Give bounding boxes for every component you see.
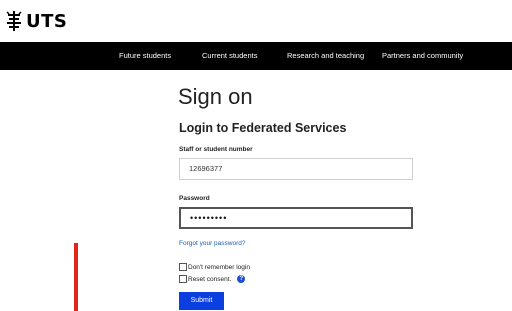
uts-crest-icon	[6, 11, 22, 31]
submit-button[interactable]: Submit	[179, 292, 224, 310]
password-input[interactable]: •••••••••	[179, 207, 413, 229]
password-value: •••••••••	[190, 213, 228, 223]
remember-login-checkbox[interactable]	[179, 263, 187, 271]
reset-consent-label: Reset consent.	[188, 275, 232, 283]
page-subtitle: Login to Federated Services	[179, 121, 347, 135]
main-navigation: Future students Current students Researc…	[0, 42, 512, 70]
nav-item-future-students[interactable]: Future students	[119, 42, 171, 70]
page-title: Sign on	[178, 84, 253, 109]
reset-consent-checkbox[interactable]	[179, 275, 187, 283]
help-icon[interactable]: ?	[237, 275, 246, 283]
remember-login-row: Don't remember login	[179, 262, 250, 272]
uts-logo[interactable]: UTS	[6, 10, 67, 32]
remember-login-label: Don't remember login	[188, 263, 250, 271]
brand-name: UTS	[26, 10, 68, 32]
nav-item-research-and-teaching[interactable]: Research and teaching	[287, 42, 364, 70]
reset-consent-row: Reset consent. ?	[179, 274, 246, 284]
nav-item-current-students[interactable]: Current students	[202, 42, 257, 70]
username-input[interactable]: 12696377	[179, 158, 413, 180]
nav-item-partners-and-community[interactable]: Partners and community	[382, 42, 463, 70]
username-value: 12696377	[189, 164, 223, 173]
password-label: Password	[179, 195, 210, 202]
forgot-password-link[interactable]: Forgot your password?	[179, 240, 245, 247]
red-annotation-bar	[74, 243, 78, 311]
username-label: Staff or student number	[179, 146, 253, 153]
